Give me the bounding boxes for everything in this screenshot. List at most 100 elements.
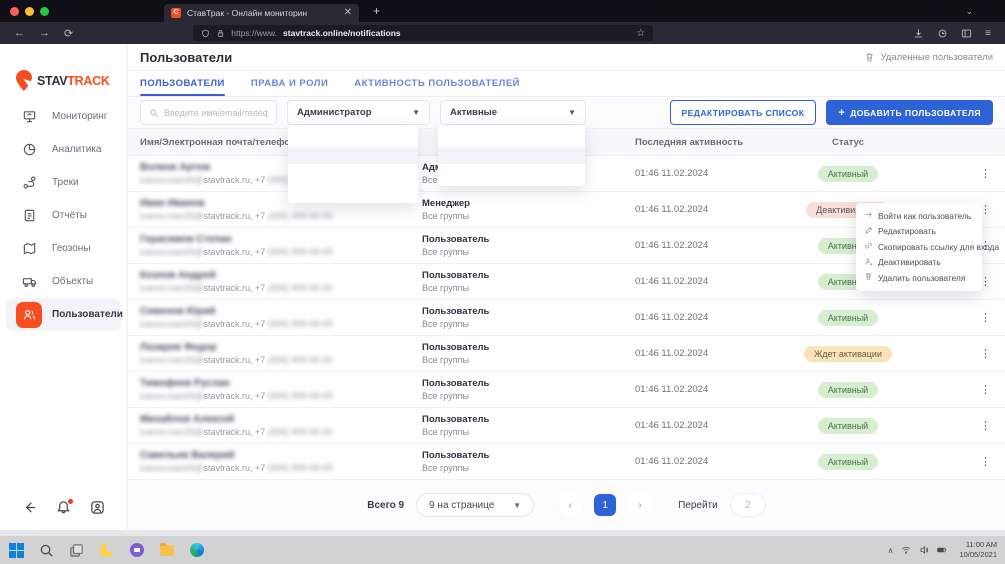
dropdown-option[interactable] — [438, 130, 585, 147]
task-view-icon[interactable] — [68, 542, 85, 559]
file-explorer-icon[interactable] — [158, 542, 175, 559]
edge-icon[interactable] — [188, 542, 205, 559]
extensions-icon[interactable] — [937, 28, 948, 39]
url-bar[interactable]: https://www.stavtrack.online/notificatio… — [193, 25, 653, 41]
row-menu-icon[interactable]: ⋮ — [980, 455, 991, 468]
context-menu-item[interactable]: Войти как пользователь — [856, 208, 982, 224]
context-menu-item[interactable]: Редактировать — [856, 224, 982, 240]
sidebar-item-label: Отчёты — [52, 210, 87, 221]
deleted-users-label: Удаленные пользователи — [880, 52, 993, 63]
user-groups: Все группы — [422, 391, 635, 401]
battery-icon[interactable] — [937, 545, 947, 555]
sidebar-item[interactable]: Геозоны — [6, 232, 121, 265]
status-badge: Активный — [818, 166, 878, 182]
row-menu-icon[interactable]: ⋮ — [980, 419, 991, 432]
sidebar-item[interactable]: Мониторинг — [6, 100, 121, 133]
firefox-icon[interactable] — [98, 542, 115, 559]
table-row: Тимофеев Руслан ivanov.ivan26@stavtrack.… — [128, 372, 1005, 408]
tray-chevron-icon[interactable]: ∧ — [888, 546, 894, 555]
user-groups: Все группы — [422, 355, 635, 365]
edit-list-button[interactable]: РЕДАКТИРОВАТЬ СПИСОК — [670, 100, 817, 125]
prev-page-button[interactable]: ‹ — [558, 493, 582, 517]
sidebar-item[interactable]: Пользователи — [6, 298, 121, 331]
row-menu-icon[interactable]: ⋮ — [980, 347, 991, 360]
logo-text-stav: STAV — [37, 74, 67, 88]
page-header: Пользователи Удаленные пользователи — [128, 44, 1005, 71]
profile-icon[interactable] — [90, 500, 105, 520]
taskbar-search-icon[interactable] — [38, 542, 55, 559]
user-role: Пользователь — [422, 378, 635, 389]
add-user-button[interactable]: + ДОБАВИТЬ ПОЛЬЗОВАТЕЛЯ — [826, 100, 993, 125]
deleted-users-link[interactable]: Удаленные пользователи — [864, 52, 993, 63]
new-tab-button[interactable]: + — [373, 4, 380, 18]
user-name: Лазарев Федор — [140, 342, 422, 353]
context-menu-item[interactable]: Скопировать ссылку для входа — [856, 239, 982, 255]
start-button-icon[interactable] — [8, 542, 25, 559]
status-badge: Активный — [818, 454, 878, 470]
table-row: Семенов Юрий ivanov.ivan26@stavtrack.ru,… — [128, 300, 1005, 336]
wifi-icon[interactable] — [901, 545, 911, 555]
context-menu-item[interactable]: Деактивировать — [856, 255, 982, 271]
dropdown-option[interactable] — [288, 147, 418, 164]
user-role: Пользователь — [422, 450, 635, 461]
geozone-icon — [16, 236, 42, 262]
notifications-bell-icon[interactable] — [56, 500, 71, 520]
trash-icon — [864, 272, 873, 283]
tab-list-chevron-icon[interactable]: ⌄ — [965, 6, 973, 17]
taskbar-clock[interactable]: 11:00 AM 10/05/2021 — [959, 540, 997, 560]
context-menu-item[interactable]: Удалить пользователя — [856, 270, 982, 286]
chat-icon[interactable] — [128, 542, 145, 559]
monitor-icon — [16, 104, 42, 130]
sidebar-item[interactable]: Отчёты — [6, 199, 121, 232]
minimize-window-button[interactable] — [25, 7, 34, 16]
reload-icon[interactable]: ⟳ — [64, 27, 73, 40]
search-input[interactable] — [164, 108, 268, 118]
user-groups: Все группы — [422, 427, 635, 437]
tab-item[interactable]: АКТИВНОСТЬ ПОЛЬЗОВАТЕЛЕЙ — [354, 71, 520, 96]
sidebar: STAVTRACK Мониторинг Аналитика Треки — [0, 44, 128, 530]
forward-icon[interactable]: → — [39, 27, 50, 39]
dropdown-option[interactable] — [288, 130, 418, 147]
sidebar-item[interactable]: Треки — [6, 166, 121, 199]
tab-close-icon[interactable]: ✕ — [344, 7, 352, 18]
next-page-button[interactable]: › — [628, 493, 652, 517]
truck-icon — [16, 269, 42, 295]
collapse-sidebar-icon[interactable] — [22, 500, 37, 520]
taskbar: ∧ 11:00 AM 10/05/2021 — [0, 536, 1005, 564]
maximize-window-button[interactable] — [40, 7, 49, 16]
status-filter-select[interactable]: Активные ▼ — [440, 100, 586, 125]
lock-icon[interactable] — [216, 29, 225, 38]
search-box[interactable] — [140, 100, 277, 125]
shield-icon[interactable] — [201, 29, 210, 38]
row-menu-icon[interactable]: ⋮ — [980, 383, 991, 396]
dropdown-option[interactable] — [288, 164, 418, 181]
status-filter-value: Активные — [450, 107, 497, 118]
sidebar-item[interactable]: Объекты — [6, 265, 121, 298]
downloads-icon[interactable] — [913, 28, 924, 39]
browser-tab[interactable]: С СтавТрак - Онлайн мониторин ✕ — [164, 4, 359, 22]
tab-item[interactable]: ПОЛЬЗОВАТЕЛИ — [140, 71, 225, 96]
back-icon[interactable]: ← — [14, 27, 25, 39]
user-email-phone: ivanov.ivan26@stavtrack.ru, +7 (999) 999… — [140, 463, 422, 473]
dropdown-option[interactable] — [438, 147, 585, 164]
volume-icon[interactable] — [919, 545, 929, 555]
window-controls[interactable] — [10, 7, 49, 16]
role-filter-select[interactable]: Администратор ▼ — [287, 100, 430, 125]
row-menu-icon[interactable]: ⋮ — [980, 311, 991, 324]
tab-item[interactable]: ПРАВА И РОЛИ — [251, 71, 328, 96]
row-menu-icon[interactable]: ⋮ — [980, 167, 991, 180]
bookmark-star-icon[interactable]: ☆ — [636, 28, 645, 39]
goto-page-input[interactable]: 2 — [730, 493, 766, 517]
current-page-button[interactable]: 1 — [594, 494, 616, 516]
status-badge: Активный — [818, 418, 878, 434]
sidebar-item[interactable]: Аналитика — [6, 133, 121, 166]
dropdown-option[interactable] — [438, 164, 585, 181]
sidebar-toggle-icon[interactable] — [961, 28, 972, 39]
user-name: Савельев Валерий — [140, 450, 422, 461]
dropdown-option[interactable] — [288, 181, 418, 198]
hamburger-menu-icon[interactable]: ≡ — [985, 28, 991, 39]
sidebar-nav: Мониторинг Аналитика Треки Отчёты Геозон… — [0, 100, 127, 331]
table-row: Лазарев Федор ivanov.ivan26@stavtrack.ru… — [128, 336, 1005, 372]
close-window-button[interactable] — [10, 7, 19, 16]
per-page-select[interactable]: 9 на странице ▼ — [416, 493, 534, 517]
